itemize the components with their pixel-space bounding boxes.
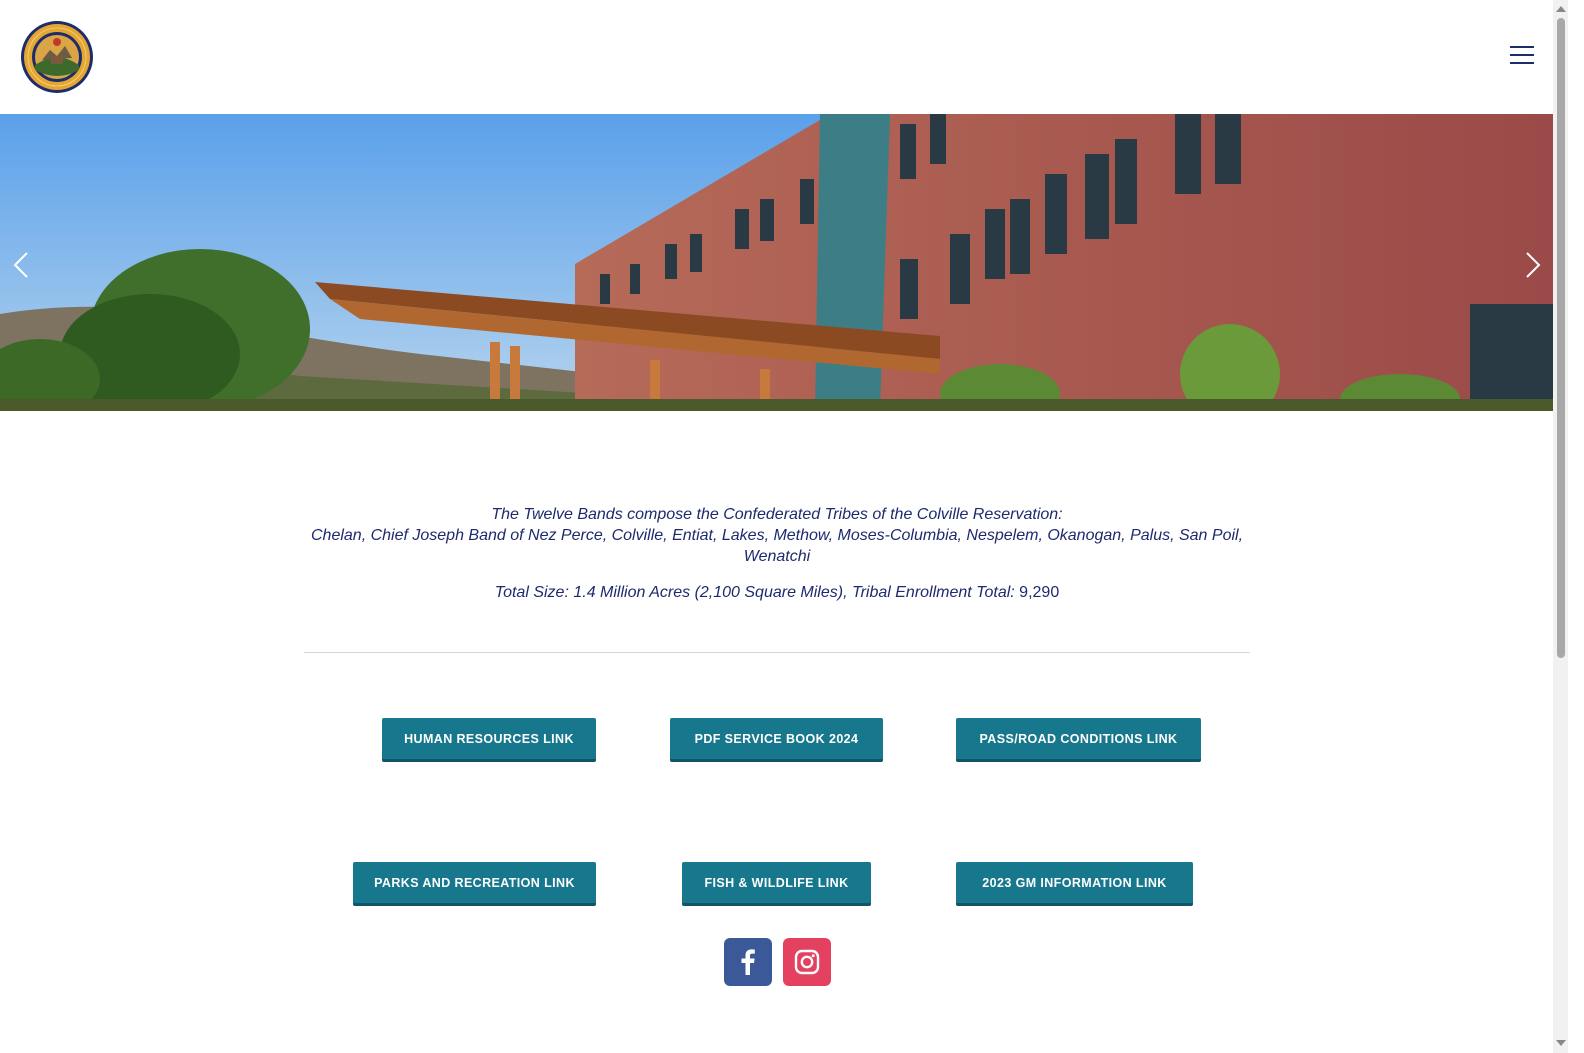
scroll-down-arrow-icon[interactable] (1556, 1040, 1566, 1046)
menu-toggle-button[interactable] (1510, 46, 1534, 66)
road-conditions-button[interactable]: PASS/ROAD CONDITIONS LINK (956, 718, 1201, 762)
tribes-intro: The Twelve Bands compose the Confederate… (304, 504, 1250, 603)
hamburger-menu-icon (1510, 62, 1534, 64)
instagram-icon (794, 949, 820, 975)
section-divider (304, 652, 1250, 653)
facebook-link[interactable] (724, 938, 772, 986)
chevron-right-icon (1526, 252, 1541, 278)
parks-recreation-button[interactable]: PARKS AND RECREATION LINK (353, 862, 596, 906)
enrollment-total: 9,290 (1019, 584, 1060, 601)
carousel-prev-button[interactable] (10, 250, 34, 280)
service-book-button[interactable]: PDF SERVICE BOOK 2024 (670, 718, 883, 762)
intro-line-1: The Twelve Bands compose the Confederate… (491, 506, 1063, 523)
site-header (0, 0, 1568, 114)
fish-wildlife-button[interactable]: FISH & WILDLIFE LINK (682, 862, 871, 906)
hero-carousel (0, 114, 1553, 411)
human-resources-button[interactable]: HUMAN RESOURCES LINK (382, 718, 596, 762)
hamburger-menu-icon (1510, 46, 1534, 48)
scrollbar-thumb[interactable] (1557, 18, 1565, 658)
intro-bands-list: Chelan, Chief Joseph Band of Nez Perce, … (310, 527, 1244, 565)
stats-label: Total Size: 1.4 Million Acres (2,100 Squ… (494, 584, 1015, 601)
intro-stats: Total Size: 1.4 Million Acres (2,100 Squ… (304, 582, 1250, 603)
carousel-next-button[interactable] (1520, 250, 1544, 280)
tribal-seal-logo[interactable] (20, 20, 94, 94)
gm-information-button[interactable]: 2023 GM INFORMATION LINK (956, 862, 1193, 906)
hero-slide-image (0, 114, 1553, 411)
chevron-left-icon (13, 252, 28, 278)
scroll-up-arrow-icon[interactable] (1556, 6, 1566, 12)
facebook-icon (741, 949, 755, 975)
page-scrollbar[interactable] (1553, 0, 1568, 1053)
instagram-link[interactable] (783, 938, 831, 986)
hamburger-menu-icon (1510, 54, 1534, 56)
